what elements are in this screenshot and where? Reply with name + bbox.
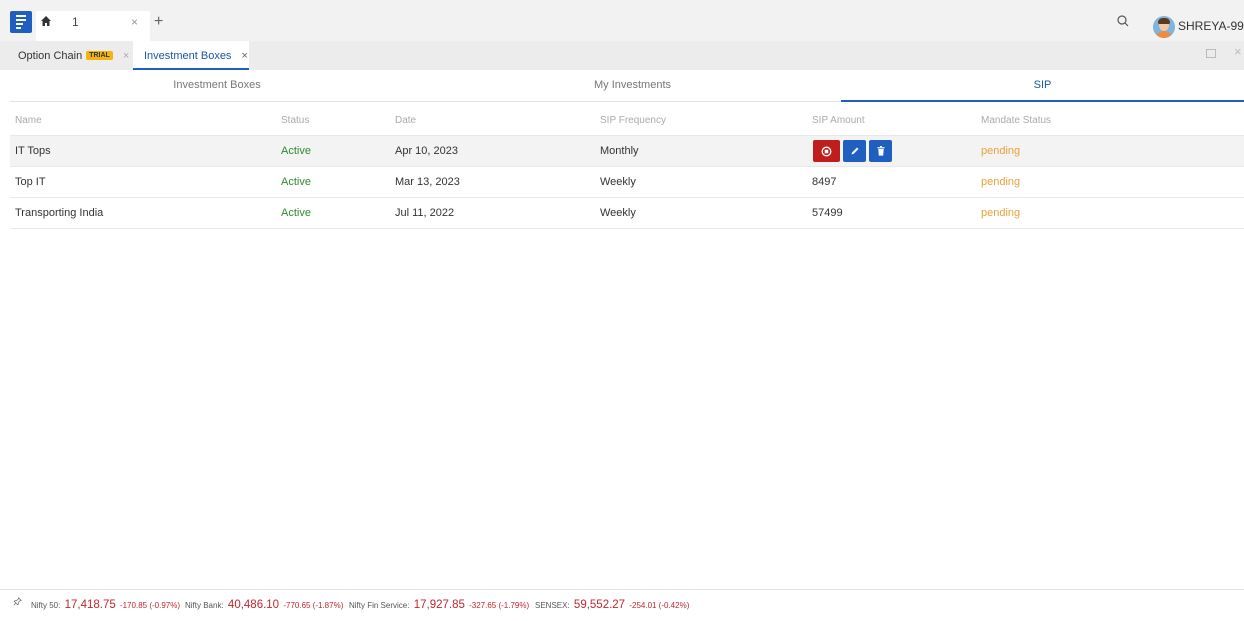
column-header-mandate-status[interactable]: Mandate Status [981,107,1051,135]
ticker-nifty-50[interactable]: Nifty 50: 17,418.75 -170.85 (-0.97%) [31,590,180,621]
ticker-label: SENSEX: [535,601,570,610]
tab-investment-boxes[interactable]: Investment Boxes × [133,41,249,70]
row-date: Mar 13, 2023 [395,176,460,188]
tab-option-chain-close-icon[interactable]: × [123,50,129,62]
home-tab-label: 1 [72,15,79,29]
edit-sip-button[interactable] [843,140,866,162]
row-name: Top IT [15,176,46,188]
window-close-icon[interactable]: × [1234,44,1242,59]
row-status: Active [281,207,311,219]
active-segment-indicator [841,100,1244,102]
pencil-icon [851,147,858,155]
row-date: Jul 11, 2022 [395,207,455,219]
top-bar: 1 × + SHREYA-99991 [0,0,1244,41]
row-mandate-status: pending [981,145,1021,157]
table-row[interactable]: Top IT Active Mar 13, 2023 Weekly 8497 p… [10,167,1244,198]
stop-icon [821,146,832,156]
home-tab[interactable]: 1 × [36,11,150,41]
tab-option-chain-label: Option Chain [18,49,83,62]
ticker-change: -170.85 (-0.97%) [119,601,181,610]
row-name: IT Tops [15,145,51,157]
tab-sip-label: SIP [1033,79,1052,91]
row-mandate-status: pending [981,207,1021,219]
maximize-icon[interactable] [1206,49,1216,58]
tab-investment-boxes-label: Investment Boxes [144,49,232,62]
home-tab-close-icon[interactable]: × [131,11,138,33]
row-status: Active [281,145,311,157]
column-header-name[interactable]: Name [15,107,42,135]
ticker-change: -770.65 (-1.87%) [283,601,344,610]
ticker-nifty-bank[interactable]: Nifty Bank: 40,486.10 -770.65 (-1.87%) [185,590,343,621]
table-row[interactable]: Transporting India Active Jul 11, 2022 W… [10,198,1244,229]
trial-badge: TRIAL [86,51,113,60]
row-amount: 57499 [812,207,843,219]
table-header: Name Status Date SIP Frequency SIP Amoun… [10,107,1244,136]
tab-option-chain[interactable]: Option Chain TRIAL × [18,41,129,70]
trash-icon [877,146,884,156]
sip-table: Name Status Date SIP Frequency SIP Amoun… [10,107,1244,229]
row-amount: 8497 [812,176,837,188]
ticker-value: 17,418.75 [64,599,116,611]
ticker-label: Nifty Bank: [185,601,224,610]
column-header-sip-frequency[interactable]: SIP Frequency [600,107,666,135]
ticker-change: -327.65 (-1.79%) [469,601,530,610]
row-status: Active [281,176,311,188]
row-frequency: Weekly [600,207,636,219]
table-row[interactable]: IT Tops Active Apr 10, 2023 Monthly pend… [10,136,1244,167]
ticker-value: 40,486.10 [227,599,280,611]
ticker-sensex[interactable]: SENSEX: 59,552.27 -254.01 (-0.42%) [535,590,689,621]
tab-investment-boxes-segment[interactable]: Investment Boxes [10,70,424,101]
row-mandate-status: pending [981,176,1021,188]
market-ticker: Nifty 50: 17,418.75 -170.85 (-0.97%) Nif… [0,589,1244,612]
ticker-label: Nifty Fin Service: [349,601,410,610]
workspace-tabs: Option Chain TRIAL × Investment Boxes × [0,41,1244,70]
column-header-date[interactable]: Date [395,107,416,135]
column-header-sip-amount[interactable]: SIP Amount [812,107,865,135]
row-date: Apr 10, 2023 [395,145,458,157]
ticker-value: 59,552.27 [573,599,626,611]
home-icon[interactable] [40,11,52,33]
column-header-status[interactable]: Status [281,107,309,135]
new-tab-button[interactable]: + [154,11,163,33]
pin-icon[interactable] [13,597,22,608]
tab-sip[interactable]: SIP [841,70,1244,102]
segment-tabs: Investment Boxes My Investments SIP [10,70,1244,102]
row-actions [813,140,892,162]
stop-sip-button[interactable] [813,140,840,162]
username[interactable]: SHREYA-99991 [1178,19,1244,33]
delete-sip-button[interactable] [869,140,892,162]
ticker-value: 17,927.85 [413,599,465,611]
ticker-label: Nifty 50: [31,601,61,610]
row-frequency: Weekly [600,176,636,188]
avatar[interactable] [1153,16,1175,38]
ticker-nifty-fin-service[interactable]: Nifty Fin Service: 17,927.85 -327.65 (-1… [349,590,529,621]
tab-investment-boxes-close-icon[interactable]: × [241,50,247,62]
ticker-change: -254.01 (-0.42%) [629,601,690,610]
row-frequency: Monthly [600,145,639,157]
tab-my-investments[interactable]: My Investments [424,70,841,101]
menu-icon[interactable] [10,11,32,33]
search-icon[interactable] [1113,11,1133,31]
row-name: Transporting India [15,207,104,219]
